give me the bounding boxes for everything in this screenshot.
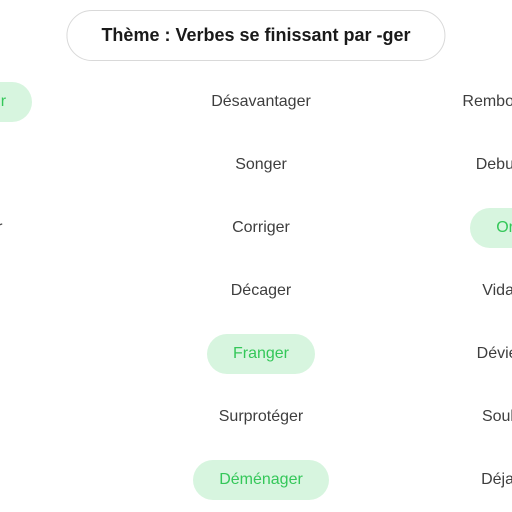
verb-pill[interactable]: vager	[0, 82, 32, 122]
verb-pill[interactable]: ger	[0, 271, 15, 311]
grid-cell: Déménager	[130, 460, 392, 500]
grid-cell: Surprotéger	[130, 397, 392, 437]
grid-row: ger Songer Debugger	[0, 145, 512, 208]
grid-cell: ger	[0, 460, 130, 500]
verb-pill[interactable]: Orager	[470, 208, 512, 248]
grid-cell: Déjauger	[392, 460, 512, 500]
grid-row: ger Surprotéger Soulager	[0, 397, 512, 460]
grid-cell: Décager	[130, 271, 392, 311]
verb-pill[interactable]: Soulager	[456, 397, 512, 437]
grid-row: fuger Corriger Orager	[0, 208, 512, 271]
verb-pill[interactable]: Désavantager	[185, 82, 337, 122]
theme-header: Thème : Verbes se finissant par -ger	[66, 10, 445, 61]
grid-cell: vager	[0, 82, 130, 122]
verb-pill[interactable]: Corriger	[206, 208, 316, 248]
grid-cell: ger	[0, 271, 130, 311]
grid-cell: ger	[0, 397, 130, 437]
grid-cell: Dévierger	[392, 334, 512, 374]
grid-cell: Désavantager	[130, 82, 392, 122]
verb-pill[interactable]: Déménager	[193, 460, 329, 500]
grid-cell: Rembouger	[392, 82, 512, 122]
grid-cell: Vidanger	[392, 271, 512, 311]
theme-title: Thème : Verbes se finissant par -ger	[101, 25, 410, 45]
grid-cell: ger	[0, 145, 130, 185]
verb-pill[interactable]: ger	[0, 460, 15, 500]
verb-pill[interactable]: ger	[0, 145, 15, 185]
grid-cell: Soulager	[392, 397, 512, 437]
verb-pill[interactable]: Surprotéger	[193, 397, 330, 437]
grid-row: iger Franger Dévierger	[0, 334, 512, 397]
verb-pill[interactable]: iger	[0, 334, 19, 374]
verb-grid: vager Désavantager Rembouger ger Songer …	[0, 82, 512, 512]
grid-cell: fuger	[0, 208, 130, 248]
verb-pill[interactable]: ger	[0, 397, 15, 437]
grid-row: ger Décager Vidanger	[0, 271, 512, 334]
grid-cell: Corriger	[130, 208, 392, 248]
grid-row: vager Désavantager Rembouger	[0, 82, 512, 145]
verb-pill[interactable]: Vidanger	[456, 271, 512, 311]
verb-pill[interactable]: Songer	[209, 145, 313, 185]
verb-pill[interactable]: Rembouger	[436, 82, 512, 122]
grid-cell: Songer	[130, 145, 392, 185]
verb-pill[interactable]: Dévierger	[451, 334, 512, 374]
grid-cell: Franger	[130, 334, 392, 374]
grid-cell: Orager	[392, 208, 512, 248]
verb-pill[interactable]: Décager	[205, 271, 317, 311]
verb-pill[interactable]: Déjauger	[455, 460, 512, 500]
verb-pill[interactable]: Franger	[207, 334, 315, 374]
grid-cell: Debugger	[392, 145, 512, 185]
verb-pill[interactable]: Debugger	[450, 145, 512, 185]
grid-row: ger Déménager Déjauger	[0, 460, 512, 512]
verb-pill[interactable]: fuger	[0, 208, 28, 248]
grid-cell: iger	[0, 334, 130, 374]
